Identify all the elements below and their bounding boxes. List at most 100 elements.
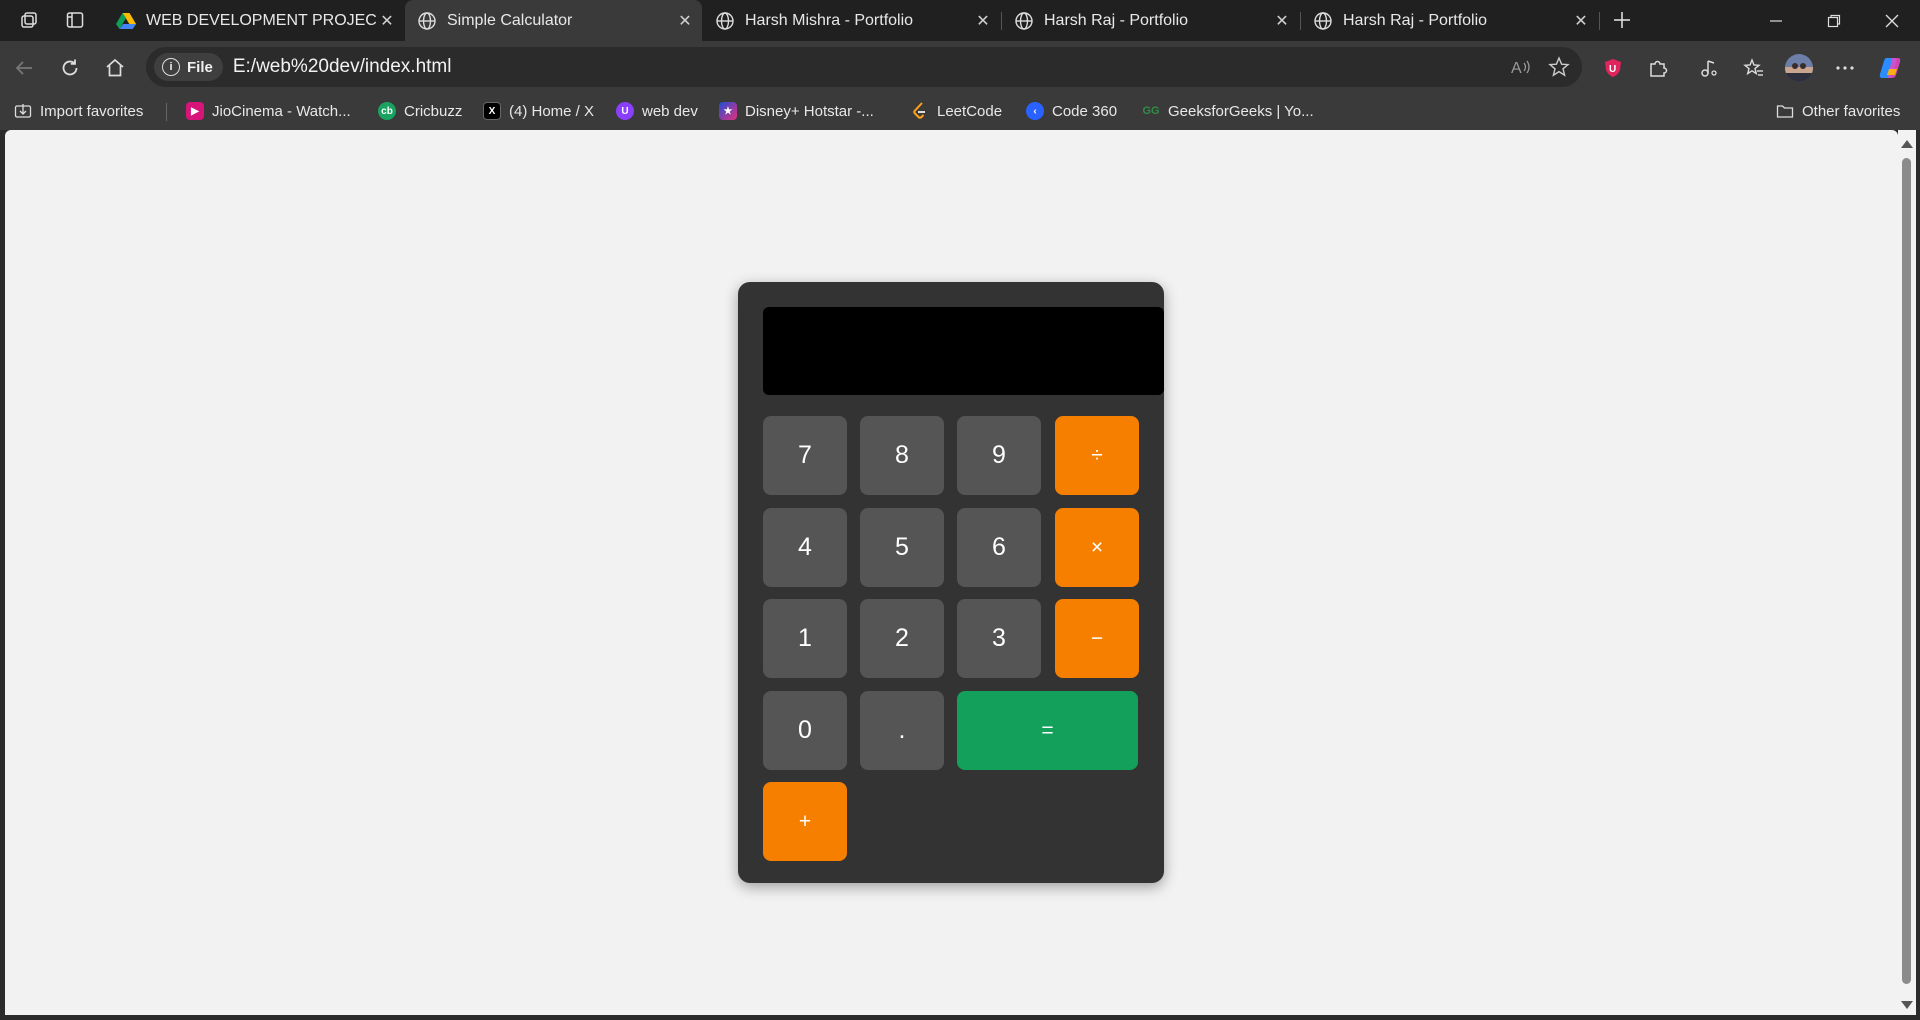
tab-harsh-mishra-portfolio[interactable]: Harsh Mishra - Portfolio ✕: [703, 0, 1000, 41]
google-drive-icon: [116, 11, 136, 31]
tab-title: WEB DEVELOPMENT PROJECTS.pd: [146, 11, 376, 29]
key-6[interactable]: 6: [957, 508, 1041, 587]
folder-icon: [1776, 102, 1794, 120]
copilot-icon[interactable]: [1874, 51, 1908, 85]
cricbuzz-icon: cb: [378, 102, 396, 120]
favorites-icon[interactable]: [1737, 51, 1771, 85]
profile-avatar[interactable]: [1782, 51, 1816, 85]
favorite-label: LeetCode: [937, 102, 1003, 120]
favorite-other-favorites[interactable]: Other favorites: [1776, 99, 1900, 123]
close-tab-icon[interactable]: ✕: [972, 10, 994, 32]
url-text[interactable]: E:/web%20dev/index.html: [233, 56, 452, 78]
favorite-label: JioCinema - Watch...: [212, 102, 351, 120]
scroll-down-icon[interactable]: [1901, 1001, 1913, 1009]
restore-icon[interactable]: [1805, 0, 1863, 41]
extensions-icon[interactable]: [1641, 51, 1675, 85]
favorite-label: Import favorites: [40, 102, 144, 120]
favorite-leetcode[interactable]: LeetCode: [911, 99, 1002, 123]
equals-button[interactable]: =: [957, 691, 1138, 770]
favorite-label: web dev: [642, 102, 698, 120]
key-4[interactable]: 4: [763, 508, 847, 587]
close-tab-icon[interactable]: ✕: [1570, 10, 1592, 32]
site-info-button[interactable]: i File: [154, 53, 223, 81]
import-icon: [14, 102, 32, 120]
tab-harsh-raj-portfolio-2[interactable]: Harsh Raj - Portfolio ✕: [1301, 0, 1598, 41]
shield-extension-icon[interactable]: U: [1596, 51, 1630, 85]
scheme-label: File: [187, 58, 213, 76]
tab-strip: WEB DEVELOPMENT PROJECTS.pd ✕ Simple Cal…: [0, 0, 1920, 41]
info-icon: i: [162, 58, 180, 76]
favorite-x-home[interactable]: X (4) Home / X: [483, 99, 594, 123]
favorite-import-favorites[interactable]: Import favorites: [14, 99, 143, 123]
code360-icon: ‹: [1026, 102, 1044, 120]
globe-icon: [417, 11, 437, 31]
home-icon[interactable]: [98, 51, 132, 85]
tab-title: Harsh Raj - Portfolio: [1343, 11, 1488, 29]
key-9[interactable]: 9: [957, 416, 1041, 495]
read-aloud-icon[interactable]: A: [1508, 55, 1534, 79]
key-1[interactable]: 1: [763, 599, 847, 678]
key-7[interactable]: 7: [763, 416, 847, 495]
key-5[interactable]: 5: [860, 508, 944, 587]
tab-web-development-projects[interactable]: WEB DEVELOPMENT PROJECTS.pd ✕: [104, 0, 404, 41]
multiply-button[interactable]: ×: [1055, 508, 1139, 587]
key-8[interactable]: 8: [860, 416, 944, 495]
favorite-jiocinema[interactable]: ▶ JioCinema - Watch...: [186, 99, 351, 123]
web-dev-icon: U: [616, 102, 634, 120]
svg-text:A: A: [1511, 60, 1522, 77]
favorite-star-icon[interactable]: [1546, 55, 1572, 79]
calculator: 7 8 9 ÷ 4 5 6 × 1 2 3 − 0 . = +: [738, 282, 1164, 883]
tab-harsh-raj-portfolio[interactable]: Harsh Raj - Portfolio ✕: [1002, 0, 1299, 41]
page-viewport: 7 8 9 ÷ 4 5 6 × 1 2 3 − 0 . = +: [5, 130, 1898, 1015]
close-tab-icon[interactable]: ✕: [1271, 10, 1293, 32]
close-tab-icon[interactable]: ✕: [674, 10, 696, 32]
globe-icon: [1014, 11, 1034, 31]
decimal-button[interactable]: .: [860, 691, 944, 770]
close-window-icon[interactable]: [1863, 0, 1920, 41]
globe-icon: [715, 11, 735, 31]
minimize-icon[interactable]: [1747, 0, 1805, 41]
favorite-label: (4) Home / X: [509, 102, 595, 120]
vertical-scrollbar[interactable]: [1898, 130, 1916, 1015]
favorite-web-dev[interactable]: U web dev: [616, 99, 698, 123]
tab-separator: [1599, 12, 1600, 30]
tab-simple-calculator[interactable]: Simple Calculator ✕: [405, 0, 702, 41]
workspaces-icon[interactable]: [14, 6, 44, 34]
browser-window: WEB DEVELOPMENT PROJECTS.pd ✕ Simple Cal…: [0, 0, 1920, 1020]
favorite-label: Cricbuzz: [404, 102, 463, 120]
leetcode-icon: [911, 102, 929, 120]
new-tab-icon[interactable]: [1607, 6, 1637, 34]
tab-title: Simple Calculator: [447, 11, 573, 29]
svg-text:U: U: [1609, 64, 1616, 75]
favorite-label: Code 360: [1052, 102, 1118, 120]
key-3[interactable]: 3: [957, 599, 1041, 678]
calculator-display: [763, 307, 1164, 395]
favorite-geeksforgeeks[interactable]: GG GeeksforGeeks | Yo...: [1142, 99, 1314, 123]
tab-title: Harsh Mishra - Portfolio: [745, 11, 914, 29]
scrollbar-thumb[interactable]: [1902, 158, 1911, 984]
vertical-tabs-icon[interactable]: [60, 6, 90, 34]
favorite-label: Disney+ Hotstar -...: [745, 102, 874, 120]
favorite-cricbuzz[interactable]: cb Cricbuzz: [378, 99, 462, 123]
tab-title: Harsh Raj - Portfolio: [1044, 11, 1189, 29]
x-icon: X: [483, 102, 501, 120]
address-bar[interactable]: i File E:/web%20dev/index.html A: [146, 47, 1582, 87]
toolbar: i File E:/web%20dev/index.html A U: [0, 41, 1920, 93]
scroll-up-icon[interactable]: [1901, 140, 1913, 148]
subtract-button[interactable]: −: [1055, 599, 1139, 678]
more-options-icon[interactable]: [1828, 51, 1862, 85]
back-icon[interactable]: [7, 51, 41, 85]
favorite-code-360[interactable]: ‹ Code 360: [1026, 99, 1117, 123]
add-button[interactable]: +: [763, 782, 847, 861]
favorite-label: Other favorites: [1802, 102, 1901, 120]
close-tab-icon[interactable]: ✕: [376, 10, 398, 32]
favorites-separator: [166, 103, 167, 121]
media-control-icon[interactable]: [1692, 51, 1726, 85]
key-0[interactable]: 0: [763, 691, 847, 770]
refresh-icon[interactable]: [53, 51, 87, 85]
hotstar-icon: ★: [719, 102, 737, 120]
key-2[interactable]: 2: [860, 599, 944, 678]
favorite-hotstar[interactable]: ★ Disney+ Hotstar -...: [719, 99, 874, 123]
favorite-label: GeeksforGeeks | Yo...: [1168, 102, 1314, 120]
divide-button[interactable]: ÷: [1055, 416, 1139, 495]
